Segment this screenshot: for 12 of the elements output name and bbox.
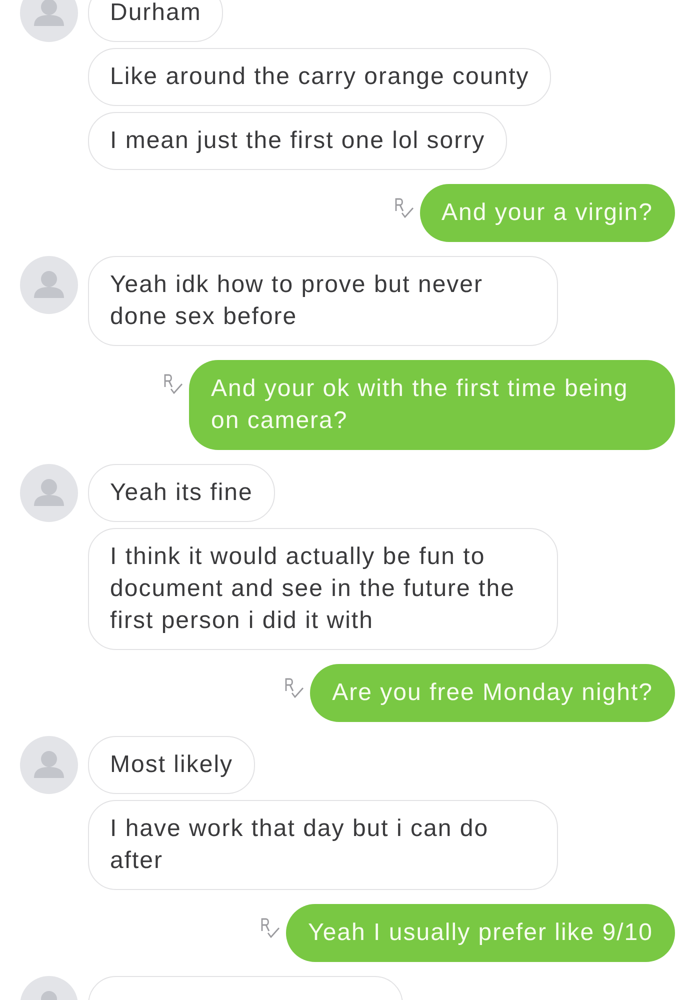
- message-text: And your a virgin?: [442, 199, 653, 226]
- message-text: Yeah I usually prefer like 9/10: [308, 919, 653, 946]
- message-text: I have work that day but i can do after: [110, 815, 489, 874]
- message-text: Durham: [110, 0, 202, 26]
- message-text: Like around the carry orange county: [110, 63, 530, 90]
- message-text: Yeah idk how to prove but never done sex before: [110, 271, 484, 330]
- message-text: Yeah its fine: [110, 479, 253, 506]
- message-text: I mean just the first one lol sorry: [110, 127, 486, 154]
- message-text: I think it would actually be fun to document and see in the future the first person i did it with: [110, 543, 515, 634]
- message-text: And your ok with the first time being on camera?: [211, 375, 628, 434]
- message-text: Are you free Monday night?: [332, 679, 653, 706]
- message-text: Most likely: [110, 751, 234, 778]
